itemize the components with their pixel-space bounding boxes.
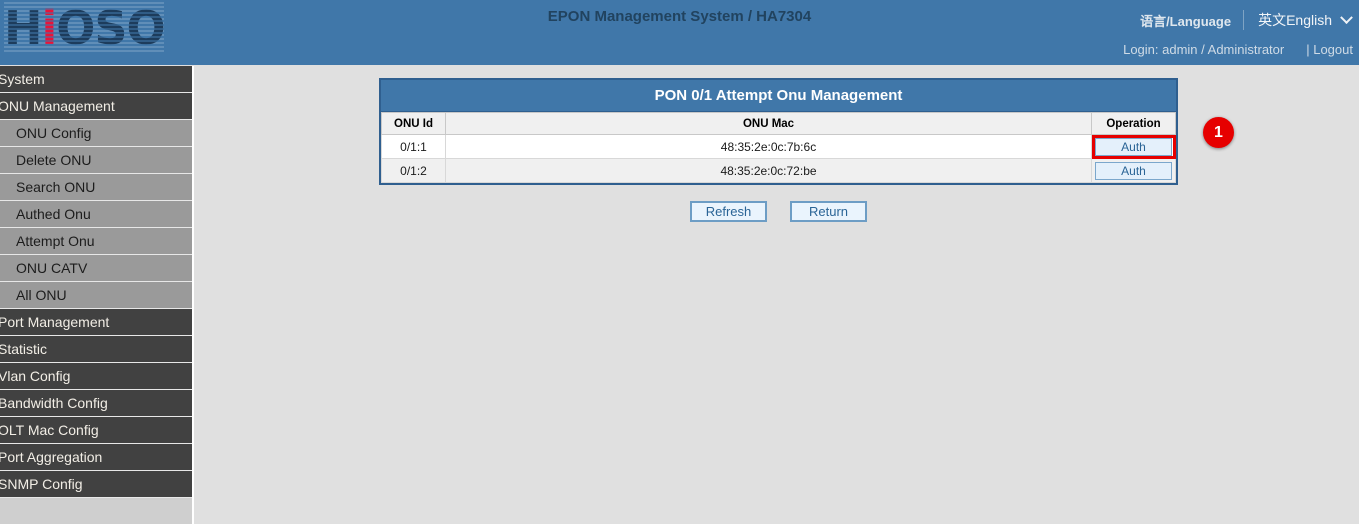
- sidebar-item-label: ONU CATV: [16, 260, 87, 276]
- sidebar-item-onu-config[interactable]: ONU Config: [0, 120, 192, 147]
- attempt-onu-table: ONU Id ONU Mac Operation 0/1:148:35:2e:0…: [381, 112, 1176, 183]
- language-select[interactable]: 英文English: [1256, 10, 1353, 30]
- sidebar-item-label: Authed Onu: [16, 206, 91, 222]
- sidebar-item-all-onu[interactable]: All ONU: [0, 282, 192, 309]
- chevron-down-icon[interactable]: [1340, 11, 1353, 24]
- panel-title: PON 0/1 Attempt Onu Management: [381, 80, 1176, 112]
- sidebar-item-label: ONU Management: [0, 98, 115, 114]
- sidebar-item-label: Statistic: [0, 341, 47, 357]
- sidebar-item-port-management[interactable]: Port Management: [0, 309, 192, 336]
- sidebar-item-label: Attempt Onu: [16, 233, 95, 249]
- sidebar-item-label: ONU Config: [16, 125, 91, 141]
- sidebar-item-label: Search ONU: [16, 179, 95, 195]
- language-switcher[interactable]: 语言/Language 英文English: [1140, 10, 1353, 30]
- language-label: 语言/Language: [1140, 11, 1231, 30]
- sidebar-item-onu-catv[interactable]: ONU CATV: [0, 255, 192, 282]
- sidebar-item-label: Port Management: [0, 314, 109, 330]
- column-header-onu-id: ONU Id: [382, 113, 446, 135]
- cell-onu-mac: 48:35:2e:0c:7b:6c: [446, 135, 1092, 159]
- sidebar-item-system[interactable]: System: [0, 66, 192, 93]
- sidebar-item-label: All ONU: [16, 287, 67, 303]
- login-user-text: Login: admin / Administrator: [1123, 42, 1284, 57]
- sidebar-item-onu-management[interactable]: ONU Management: [0, 93, 192, 120]
- cell-operation: Auth: [1092, 135, 1176, 159]
- refresh-button[interactable]: Refresh: [690, 201, 767, 222]
- return-button[interactable]: Return: [790, 201, 867, 222]
- logout-link[interactable]: | Logout: [1306, 42, 1353, 57]
- login-bar: Login: admin / Administrator | Logout: [1123, 42, 1353, 57]
- language-selected-value: 英文English: [1258, 10, 1332, 30]
- sidebar-item-snmp-config[interactable]: SNMP Config: [0, 471, 192, 498]
- table-row: 0/1:148:35:2e:0c:7b:6cAuth: [382, 135, 1176, 159]
- cell-onu-mac: 48:35:2e:0c:72:be: [446, 159, 1092, 183]
- cell-operation: Auth: [1092, 159, 1176, 183]
- sidebar-item-label: System: [0, 71, 45, 87]
- attempt-onu-panel: PON 0/1 Attempt Onu Management ONU Id ON…: [379, 78, 1178, 185]
- sidebar-item-label: Bandwidth Config: [0, 395, 108, 411]
- sidebar-item-label: Delete ONU: [16, 152, 91, 168]
- sidebar-item-bandwidth-config[interactable]: Bandwidth Config: [0, 390, 192, 417]
- auth-button[interactable]: Auth: [1095, 162, 1172, 180]
- app-header: HiOSO EPON Management System / HA7304 语言…: [0, 0, 1359, 65]
- column-header-onu-mac: ONU Mac: [446, 113, 1092, 135]
- table-row: 0/1:248:35:2e:0c:72:beAuth: [382, 159, 1176, 183]
- main-content: PON 0/1 Attempt Onu Management ONU Id ON…: [192, 66, 1359, 524]
- sidebar-item-label: OLT Mac Config: [0, 422, 99, 438]
- sidebar-item-statistic[interactable]: Statistic: [0, 336, 192, 363]
- sidebar-item-port-aggregation[interactable]: Port Aggregation: [0, 444, 192, 471]
- sidebar-item-label: Port Aggregation: [0, 449, 102, 465]
- language-divider: [1243, 10, 1244, 30]
- sidebar-item-vlan-config[interactable]: Vlan Config: [0, 363, 192, 390]
- column-header-operation: Operation: [1092, 113, 1176, 135]
- table-header-row: ONU Id ONU Mac Operation: [382, 113, 1176, 135]
- sidebar-item-label: Vlan Config: [0, 368, 70, 384]
- auth-button[interactable]: Auth: [1095, 138, 1172, 156]
- cell-onu-id: 0/1:2: [382, 159, 446, 183]
- sidebar-item-delete-onu[interactable]: Delete ONU: [0, 147, 192, 174]
- cell-onu-id: 0/1:1: [382, 135, 446, 159]
- action-button-row: Refresh Return: [379, 201, 1178, 222]
- sidebar-nav: System ONU Management ONU Config Delete ONU…: [0, 66, 192, 524]
- sidebar-item-attempt-onu[interactable]: Attempt Onu: [0, 228, 192, 255]
- annotation-badge-1: 1: [1203, 117, 1234, 148]
- sidebar-item-olt-mac-config[interactable]: OLT Mac Config: [0, 417, 192, 444]
- sidebar-item-label: SNMP Config: [0, 476, 83, 492]
- sidebar-item-authed-onu[interactable]: Authed Onu: [0, 201, 192, 228]
- sidebar-item-search-onu[interactable]: Search ONU: [0, 174, 192, 201]
